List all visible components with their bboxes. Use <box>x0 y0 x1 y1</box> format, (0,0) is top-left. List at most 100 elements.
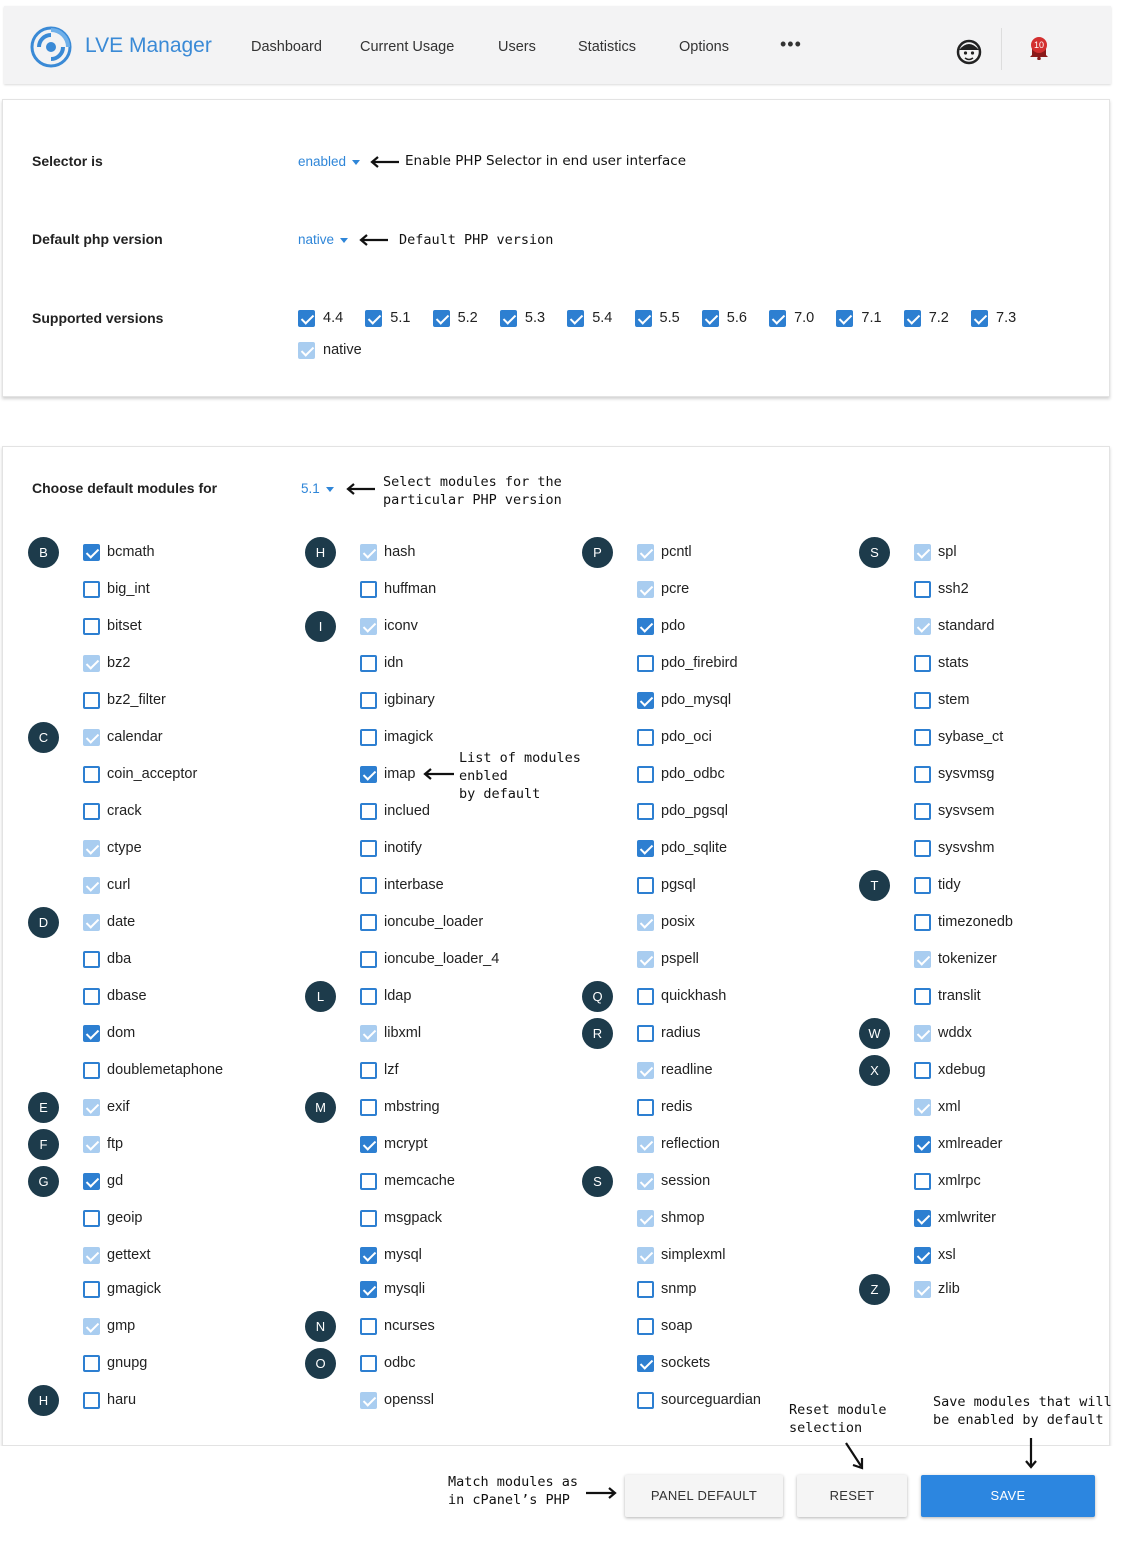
module-checkbox[interactable] <box>360 1062 377 1079</box>
version-checkbox[interactable] <box>432 310 450 327</box>
selector-dropdown[interactable]: enabled <box>298 154 361 169</box>
module-checkbox[interactable] <box>83 1247 100 1264</box>
module-checkbox[interactable] <box>914 1281 931 1298</box>
version-checkbox[interactable] <box>836 310 854 327</box>
module-checkbox[interactable] <box>83 914 100 931</box>
module-checkbox[interactable] <box>360 544 377 561</box>
module-checkbox[interactable] <box>83 544 100 561</box>
module-checkbox[interactable] <box>914 951 931 968</box>
module-checkbox[interactable] <box>914 840 931 857</box>
module-checkbox[interactable] <box>914 729 931 746</box>
module-checkbox[interactable] <box>637 1281 654 1298</box>
nav-dashboard[interactable]: Dashboard <box>251 39 322 55</box>
version-checkbox[interactable] <box>499 310 517 327</box>
module-checkbox[interactable] <box>914 877 931 894</box>
module-checkbox[interactable] <box>360 914 377 931</box>
module-checkbox[interactable] <box>360 618 377 635</box>
reset-button[interactable]: RESET <box>797 1475 907 1517</box>
nav-current-usage[interactable]: Current Usage <box>360 39 454 55</box>
module-checkbox[interactable] <box>637 1355 654 1372</box>
module-checkbox[interactable] <box>914 581 931 598</box>
module-checkbox[interactable] <box>83 766 100 783</box>
module-checkbox[interactable] <box>360 1173 377 1190</box>
module-checkbox[interactable] <box>637 1318 654 1335</box>
module-checkbox[interactable] <box>360 1099 377 1116</box>
module-checkbox[interactable] <box>637 1173 654 1190</box>
more-menu-icon[interactable]: ••• <box>780 34 802 55</box>
module-checkbox[interactable] <box>914 544 931 561</box>
module-checkbox[interactable] <box>637 1099 654 1116</box>
module-checkbox[interactable] <box>637 1025 654 1042</box>
module-checkbox[interactable] <box>360 655 377 672</box>
module-checkbox[interactable] <box>637 877 654 894</box>
module-checkbox[interactable] <box>83 1025 100 1042</box>
module-checkbox[interactable] <box>914 1136 931 1153</box>
module-checkbox[interactable] <box>360 1318 377 1335</box>
module-checkbox[interactable] <box>637 951 654 968</box>
module-checkbox[interactable] <box>360 1136 377 1153</box>
module-checkbox[interactable] <box>637 1136 654 1153</box>
panel-default-button[interactable]: PANEL DEFAULT <box>625 1475 783 1517</box>
module-checkbox[interactable] <box>914 1247 931 1264</box>
version-checkbox[interactable] <box>567 310 585 327</box>
module-checkbox[interactable] <box>637 1210 654 1227</box>
module-checkbox[interactable] <box>914 1099 931 1116</box>
module-checkbox[interactable] <box>637 1247 654 1264</box>
module-checkbox[interactable] <box>83 1136 100 1153</box>
modules-version-dropdown[interactable]: 5.1 <box>301 481 334 496</box>
version-checkbox[interactable] <box>701 310 719 327</box>
module-checkbox[interactable] <box>360 1025 377 1042</box>
module-checkbox[interactable] <box>637 544 654 561</box>
module-checkbox[interactable] <box>914 618 931 635</box>
module-checkbox[interactable] <box>360 840 377 857</box>
module-checkbox[interactable] <box>83 581 100 598</box>
version-checkbox[interactable] <box>298 342 315 359</box>
module-checkbox[interactable] <box>360 1247 377 1264</box>
module-checkbox[interactable] <box>360 692 377 709</box>
module-checkbox[interactable] <box>360 988 377 1005</box>
module-checkbox[interactable] <box>83 1210 100 1227</box>
nav-options[interactable]: Options <box>679 39 729 55</box>
module-checkbox[interactable] <box>83 618 100 635</box>
module-checkbox[interactable] <box>360 1210 377 1227</box>
module-checkbox[interactable] <box>83 1318 100 1335</box>
module-checkbox[interactable] <box>83 1099 100 1116</box>
module-checkbox[interactable] <box>360 877 377 894</box>
module-checkbox[interactable] <box>360 581 377 598</box>
module-checkbox[interactable] <box>83 1355 100 1372</box>
module-checkbox[interactable] <box>637 581 654 598</box>
version-checkbox[interactable] <box>298 310 315 327</box>
version-checkbox[interactable] <box>769 310 787 327</box>
module-checkbox[interactable] <box>914 1062 931 1079</box>
module-checkbox[interactable] <box>914 1210 931 1227</box>
module-checkbox[interactable] <box>914 988 931 1005</box>
module-checkbox[interactable] <box>83 729 100 746</box>
nav-users[interactable]: Users <box>498 39 536 55</box>
module-checkbox[interactable] <box>637 1062 654 1079</box>
module-checkbox[interactable] <box>360 1392 377 1409</box>
version-checkbox[interactable] <box>634 310 652 327</box>
module-checkbox[interactable] <box>637 803 654 820</box>
module-checkbox[interactable] <box>637 914 654 931</box>
default-version-dropdown[interactable]: native <box>298 232 349 247</box>
module-checkbox[interactable] <box>83 1173 100 1190</box>
module-checkbox[interactable] <box>637 840 654 857</box>
module-checkbox[interactable] <box>83 1281 100 1298</box>
module-checkbox[interactable] <box>637 729 654 746</box>
save-button[interactable]: SAVE <box>921 1475 1095 1517</box>
module-checkbox[interactable] <box>637 1392 654 1409</box>
module-checkbox[interactable] <box>360 729 377 746</box>
module-checkbox[interactable] <box>637 988 654 1005</box>
nav-statistics[interactable]: Statistics <box>578 39 636 55</box>
module-checkbox[interactable] <box>83 803 100 820</box>
module-checkbox[interactable] <box>637 655 654 672</box>
module-checkbox[interactable] <box>360 1281 377 1298</box>
module-checkbox[interactable] <box>914 914 931 931</box>
module-checkbox[interactable] <box>637 618 654 635</box>
module-checkbox[interactable] <box>360 766 377 783</box>
module-checkbox[interactable] <box>83 840 100 857</box>
module-checkbox[interactable] <box>360 951 377 968</box>
module-checkbox[interactable] <box>914 803 931 820</box>
module-checkbox[interactable] <box>914 655 931 672</box>
module-checkbox[interactable] <box>914 692 931 709</box>
